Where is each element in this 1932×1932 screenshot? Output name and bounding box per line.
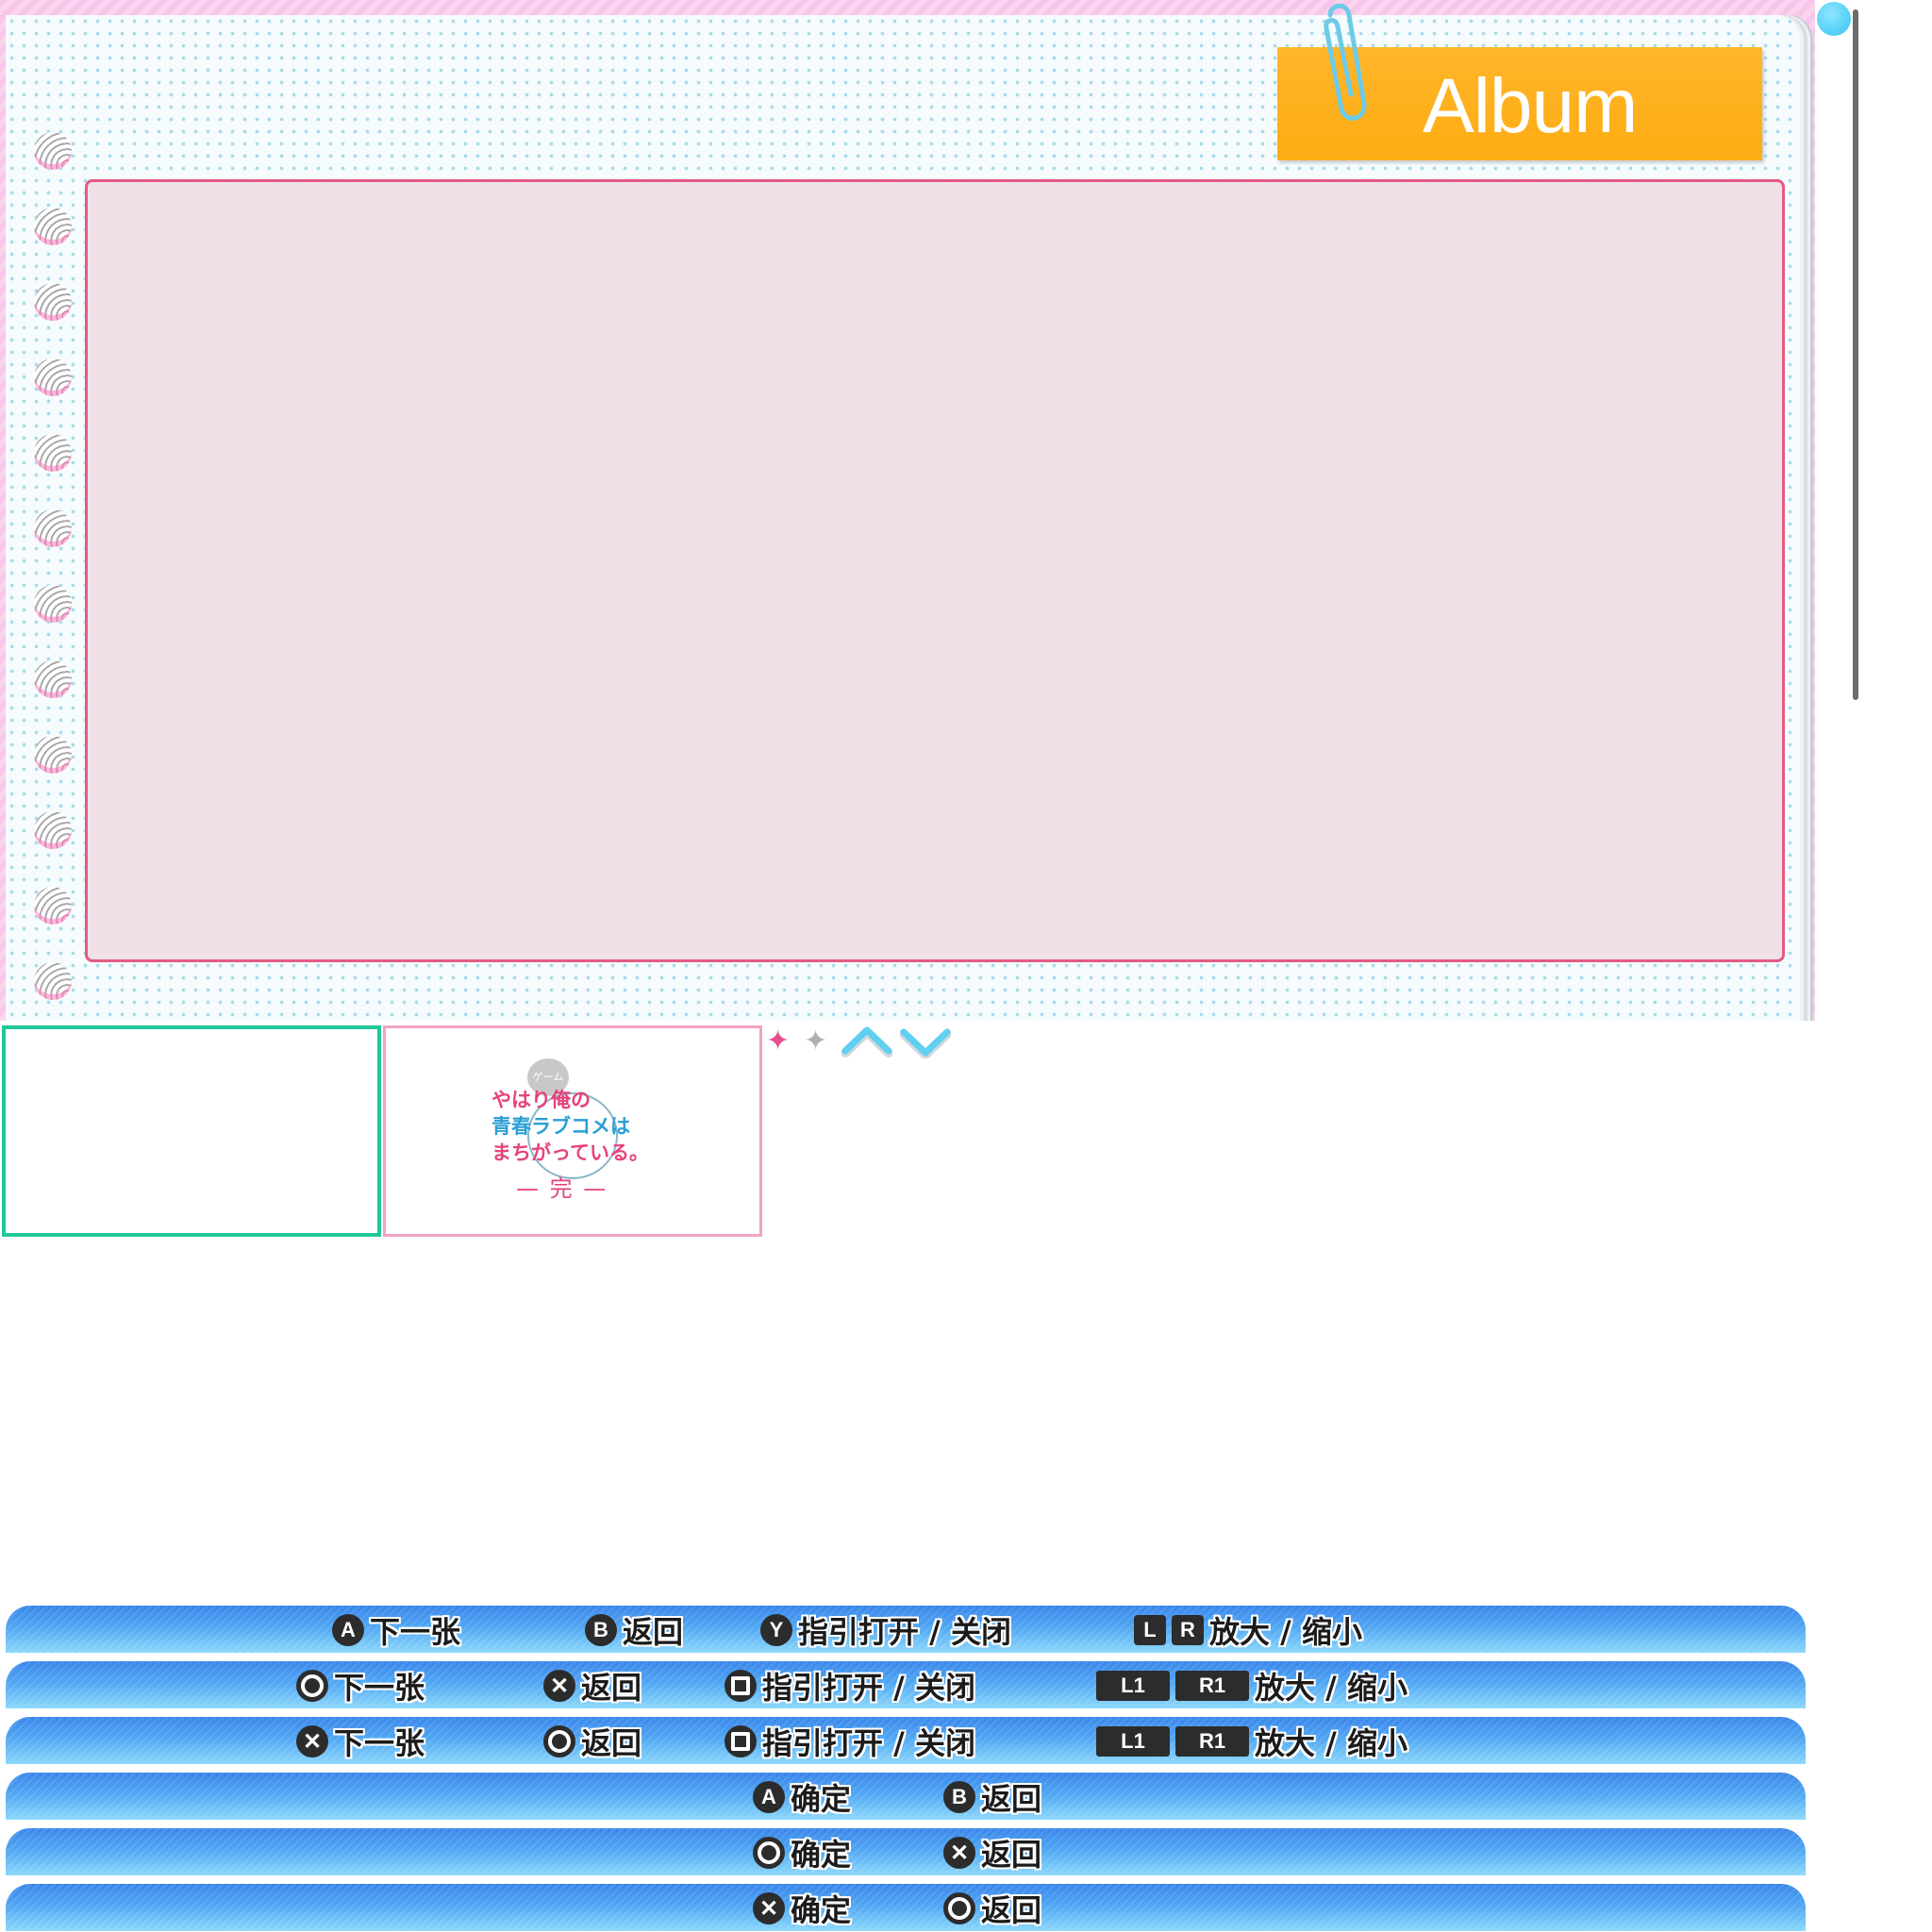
control-hint-label: 指引打开 / 关闭 bbox=[798, 1614, 1011, 1650]
cross-button-icon: ✕ bbox=[543, 1670, 575, 1702]
control-hint: A 下一张 bbox=[332, 1613, 460, 1650]
button-b-icon: B bbox=[585, 1614, 617, 1646]
control-hint-label: 返回 bbox=[581, 1725, 642, 1761]
control-hint: 返回 bbox=[543, 1724, 641, 1761]
control-hint-bar: ✕ 确定 返回 bbox=[6, 1884, 1806, 1931]
cross-button-icon: ✕ bbox=[753, 1892, 785, 1924]
button-a-icon: A bbox=[753, 1781, 785, 1813]
control-hint-label: 确定 bbox=[791, 1781, 852, 1817]
button-r-icon: R bbox=[1172, 1615, 1204, 1645]
binder-ring bbox=[34, 509, 72, 547]
control-hint: 确定 bbox=[753, 1836, 851, 1873]
chevron-up-icon[interactable] bbox=[841, 1024, 892, 1058]
button-l1-icon: L1 bbox=[1096, 1671, 1170, 1701]
notebook-background: Album bbox=[0, 0, 1815, 1021]
control-hint-bar: ✕ 下一张 返回 指引打开 / 关闭 L1 R1 放大 / 缩小 bbox=[6, 1717, 1806, 1764]
control-hint: ✕ 确定 bbox=[753, 1891, 851, 1928]
control-hint: 返回 bbox=[943, 1891, 1041, 1928]
control-hint-label: 返回 bbox=[981, 1892, 1042, 1928]
paperclip-icon bbox=[1324, 3, 1367, 121]
control-hint: L R 放大 / 缩小 bbox=[1134, 1613, 1362, 1650]
binder-ring bbox=[34, 887, 72, 924]
cross-button-icon: ✕ bbox=[296, 1725, 328, 1757]
circle-button-icon bbox=[543, 1725, 575, 1757]
control-hint-label: 放大 / 缩小 bbox=[1255, 1725, 1407, 1761]
control-hint-label: 确定 bbox=[791, 1837, 852, 1873]
logo-line-3: まちがっている。 bbox=[491, 1141, 649, 1164]
control-hint-label: 指引打开 / 关闭 bbox=[762, 1725, 975, 1761]
star-icon: ✦ bbox=[804, 1024, 828, 1058]
circle-button-icon bbox=[753, 1837, 785, 1869]
control-hint-label: 返回 bbox=[981, 1781, 1042, 1817]
binder-ring bbox=[34, 208, 72, 245]
control-hint-bar: A 确定 B 返回 bbox=[6, 1773, 1806, 1820]
button-l1-icon: L1 bbox=[1096, 1726, 1170, 1757]
game-logo: ゲーム でも やはり俺の 青春ラブコメは まちがっている。 — 完 — bbox=[491, 1058, 661, 1209]
button-r1-icon: R1 bbox=[1175, 1671, 1249, 1701]
control-hint: ✕ 下一张 bbox=[296, 1724, 425, 1761]
control-hint-label: 放大 / 缩小 bbox=[1209, 1614, 1362, 1650]
control-hint-bar: A 下一张 B 返回 Y 指引打开 / 关闭 L R 放大 / 缩小 bbox=[6, 1606, 1806, 1653]
control-hint-label: 返回 bbox=[981, 1837, 1042, 1873]
album-title: Album bbox=[1423, 63, 1638, 149]
control-hint: 指引打开 / 关闭 bbox=[724, 1724, 975, 1761]
cross-button-icon: ✕ bbox=[943, 1837, 975, 1869]
star-icon: ✦ bbox=[766, 1024, 791, 1058]
photo-viewer[interactable] bbox=[85, 179, 1785, 962]
control-hint-bar: 下一张 ✕ 返回 指引打开 / 关闭 L1 R1 放大 / 缩小 bbox=[6, 1661, 1806, 1708]
binder-ring bbox=[34, 132, 72, 170]
control-hint: B 返回 bbox=[943, 1780, 1041, 1817]
control-hint-label: 指引打开 / 关闭 bbox=[762, 1670, 975, 1706]
control-hint-label: 下一张 bbox=[334, 1725, 425, 1761]
button-r1-icon: R1 bbox=[1175, 1726, 1249, 1757]
chevron-down-icon[interactable] bbox=[900, 1024, 951, 1058]
button-y-icon: Y bbox=[760, 1614, 792, 1646]
control-hint: B 返回 bbox=[585, 1613, 683, 1650]
square-button-icon bbox=[724, 1725, 757, 1757]
control-hint: ✕ 返回 bbox=[943, 1836, 1041, 1873]
binder-ring bbox=[34, 736, 72, 774]
button-l-icon: L bbox=[1134, 1615, 1166, 1645]
binder-ring bbox=[34, 660, 72, 698]
binder-ring bbox=[34, 283, 72, 321]
notebook-page: Album bbox=[6, 15, 1800, 1021]
button-a-icon: A bbox=[332, 1614, 364, 1646]
binder-ring bbox=[34, 962, 72, 1000]
binder-ring bbox=[34, 811, 72, 849]
control-hint: 下一张 bbox=[296, 1669, 425, 1706]
control-hint-label: 返回 bbox=[623, 1614, 684, 1650]
logo-line-2: 青春ラブコメは bbox=[491, 1115, 630, 1138]
circle-button-icon bbox=[943, 1892, 975, 1924]
control-hint: A 确定 bbox=[753, 1780, 851, 1817]
control-hint: Y 指引打开 / 关闭 bbox=[760, 1613, 1011, 1650]
control-hint-label: 确定 bbox=[791, 1892, 852, 1928]
button-b-icon: B bbox=[943, 1781, 975, 1813]
logo-subtitle: — 完 — bbox=[516, 1175, 608, 1202]
thumbnail-selected[interactable] bbox=[2, 1025, 381, 1237]
square-button-icon bbox=[724, 1670, 757, 1702]
binder-ring bbox=[34, 434, 72, 472]
control-hint: L1 R1 放大 / 缩小 bbox=[1096, 1669, 1407, 1706]
scrollbar-track[interactable] bbox=[1853, 9, 1858, 700]
logo-line-1: やはり俺の bbox=[491, 1089, 591, 1111]
scrollbar-thumb[interactable] bbox=[1817, 2, 1851, 36]
control-hint: L1 R1 放大 / 缩小 bbox=[1096, 1724, 1407, 1761]
control-hint-bar: 确定 ✕ 返回 bbox=[6, 1828, 1806, 1875]
control-hint: ✕ 返回 bbox=[543, 1669, 641, 1706]
circle-button-icon bbox=[296, 1670, 328, 1702]
control-hint-label: 下一张 bbox=[370, 1614, 461, 1650]
binder-ring bbox=[34, 358, 72, 396]
control-hint-label: 下一张 bbox=[334, 1670, 425, 1706]
control-hint: 指引打开 / 关闭 bbox=[724, 1669, 975, 1706]
control-hint-label: 返回 bbox=[581, 1670, 642, 1706]
binder-ring bbox=[34, 585, 72, 623]
control-hint-label: 放大 / 缩小 bbox=[1255, 1670, 1407, 1706]
thumbnail-oregairu-logo[interactable]: ゲーム でも やはり俺の 青春ラブコメは まちがっている。 — 完 — bbox=[383, 1025, 762, 1237]
